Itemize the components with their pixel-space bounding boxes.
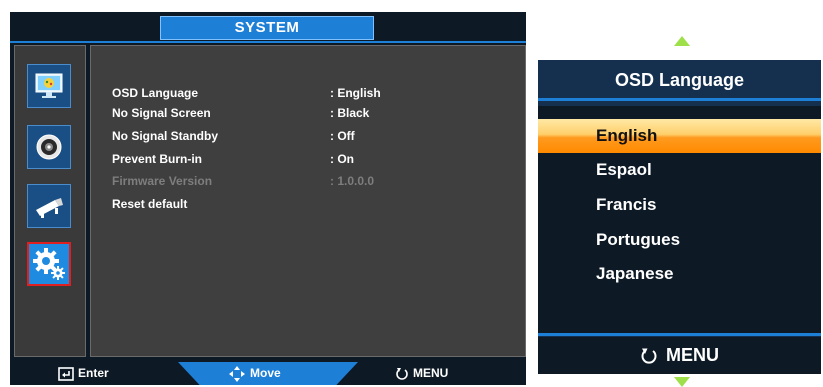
picture-icon xyxy=(35,73,63,98)
category-sidebar xyxy=(14,45,86,357)
menu-label: MENU xyxy=(666,345,719,365)
language-option-english[interactable]: English xyxy=(538,119,821,153)
row-value: : English xyxy=(330,86,381,100)
enter-hint: Enter xyxy=(58,362,109,385)
row-label: No Signal Screen xyxy=(112,106,211,120)
title-divider xyxy=(10,41,526,43)
audio-icon xyxy=(36,134,62,160)
row-label: No Signal Standby xyxy=(112,129,219,143)
row-value: : 1.0.0.0 xyxy=(330,174,375,188)
title-bar: SYSTEM xyxy=(10,12,526,43)
menu-hint: MENU xyxy=(395,362,448,385)
system-gear-icon xyxy=(33,248,65,280)
language-option-francais[interactable]: Francis xyxy=(538,188,821,222)
menu-return-icon xyxy=(396,367,408,380)
move-hint-label: Move xyxy=(250,366,281,380)
header-divider xyxy=(538,98,821,101)
language-option-portugues[interactable]: Portugues xyxy=(538,223,821,257)
row-value: : Black xyxy=(330,106,370,120)
move-arrows-icon xyxy=(229,365,245,382)
enter-icon xyxy=(58,366,74,381)
row-label: Prevent Burn-in xyxy=(112,152,203,166)
move-hint: Move xyxy=(228,362,281,385)
hint-bar: Enter Move MENU xyxy=(10,362,526,385)
row-label: Reset default xyxy=(112,197,188,211)
row-value: : On xyxy=(330,152,354,166)
footer-divider xyxy=(538,333,821,336)
row-label: OSD Language xyxy=(112,86,199,100)
picture-category-button[interactable] xyxy=(27,64,71,108)
row-label: Firmware Version xyxy=(112,174,213,188)
scroll-up-arrow-icon[interactable] xyxy=(674,36,690,46)
audio-category-button[interactable] xyxy=(27,125,71,169)
scroll-down-arrow-icon[interactable] xyxy=(674,377,690,387)
system-category-button[interactable] xyxy=(27,242,71,286)
setup-category-button[interactable] xyxy=(27,184,71,228)
osd-language-panel: OSD Language English Espaol Francis Port… xyxy=(538,60,821,374)
menu-hint-label: MENU xyxy=(413,366,449,380)
language-option-espanol[interactable]: Espaol xyxy=(538,153,821,187)
system-title-tab: SYSTEM xyxy=(160,16,374,40)
language-list: English Espaol Francis Portugues Japanes… xyxy=(538,106,821,333)
enter-hint-label: Enter xyxy=(78,366,109,380)
projector-icon xyxy=(36,198,63,218)
language-panel-menu-button[interactable]: MENU xyxy=(538,337,821,374)
system-osd-window: SYSTEM OSD Language: English No Signal … xyxy=(10,12,526,385)
language-panel-title: OSD Language xyxy=(538,60,821,98)
menu-return-icon xyxy=(641,348,657,364)
language-option-japanese[interactable]: Japanese xyxy=(538,257,821,291)
row-value: : Off xyxy=(330,129,355,143)
system-settings-panel: OSD Language : English No Signal Screen … xyxy=(90,45,526,357)
